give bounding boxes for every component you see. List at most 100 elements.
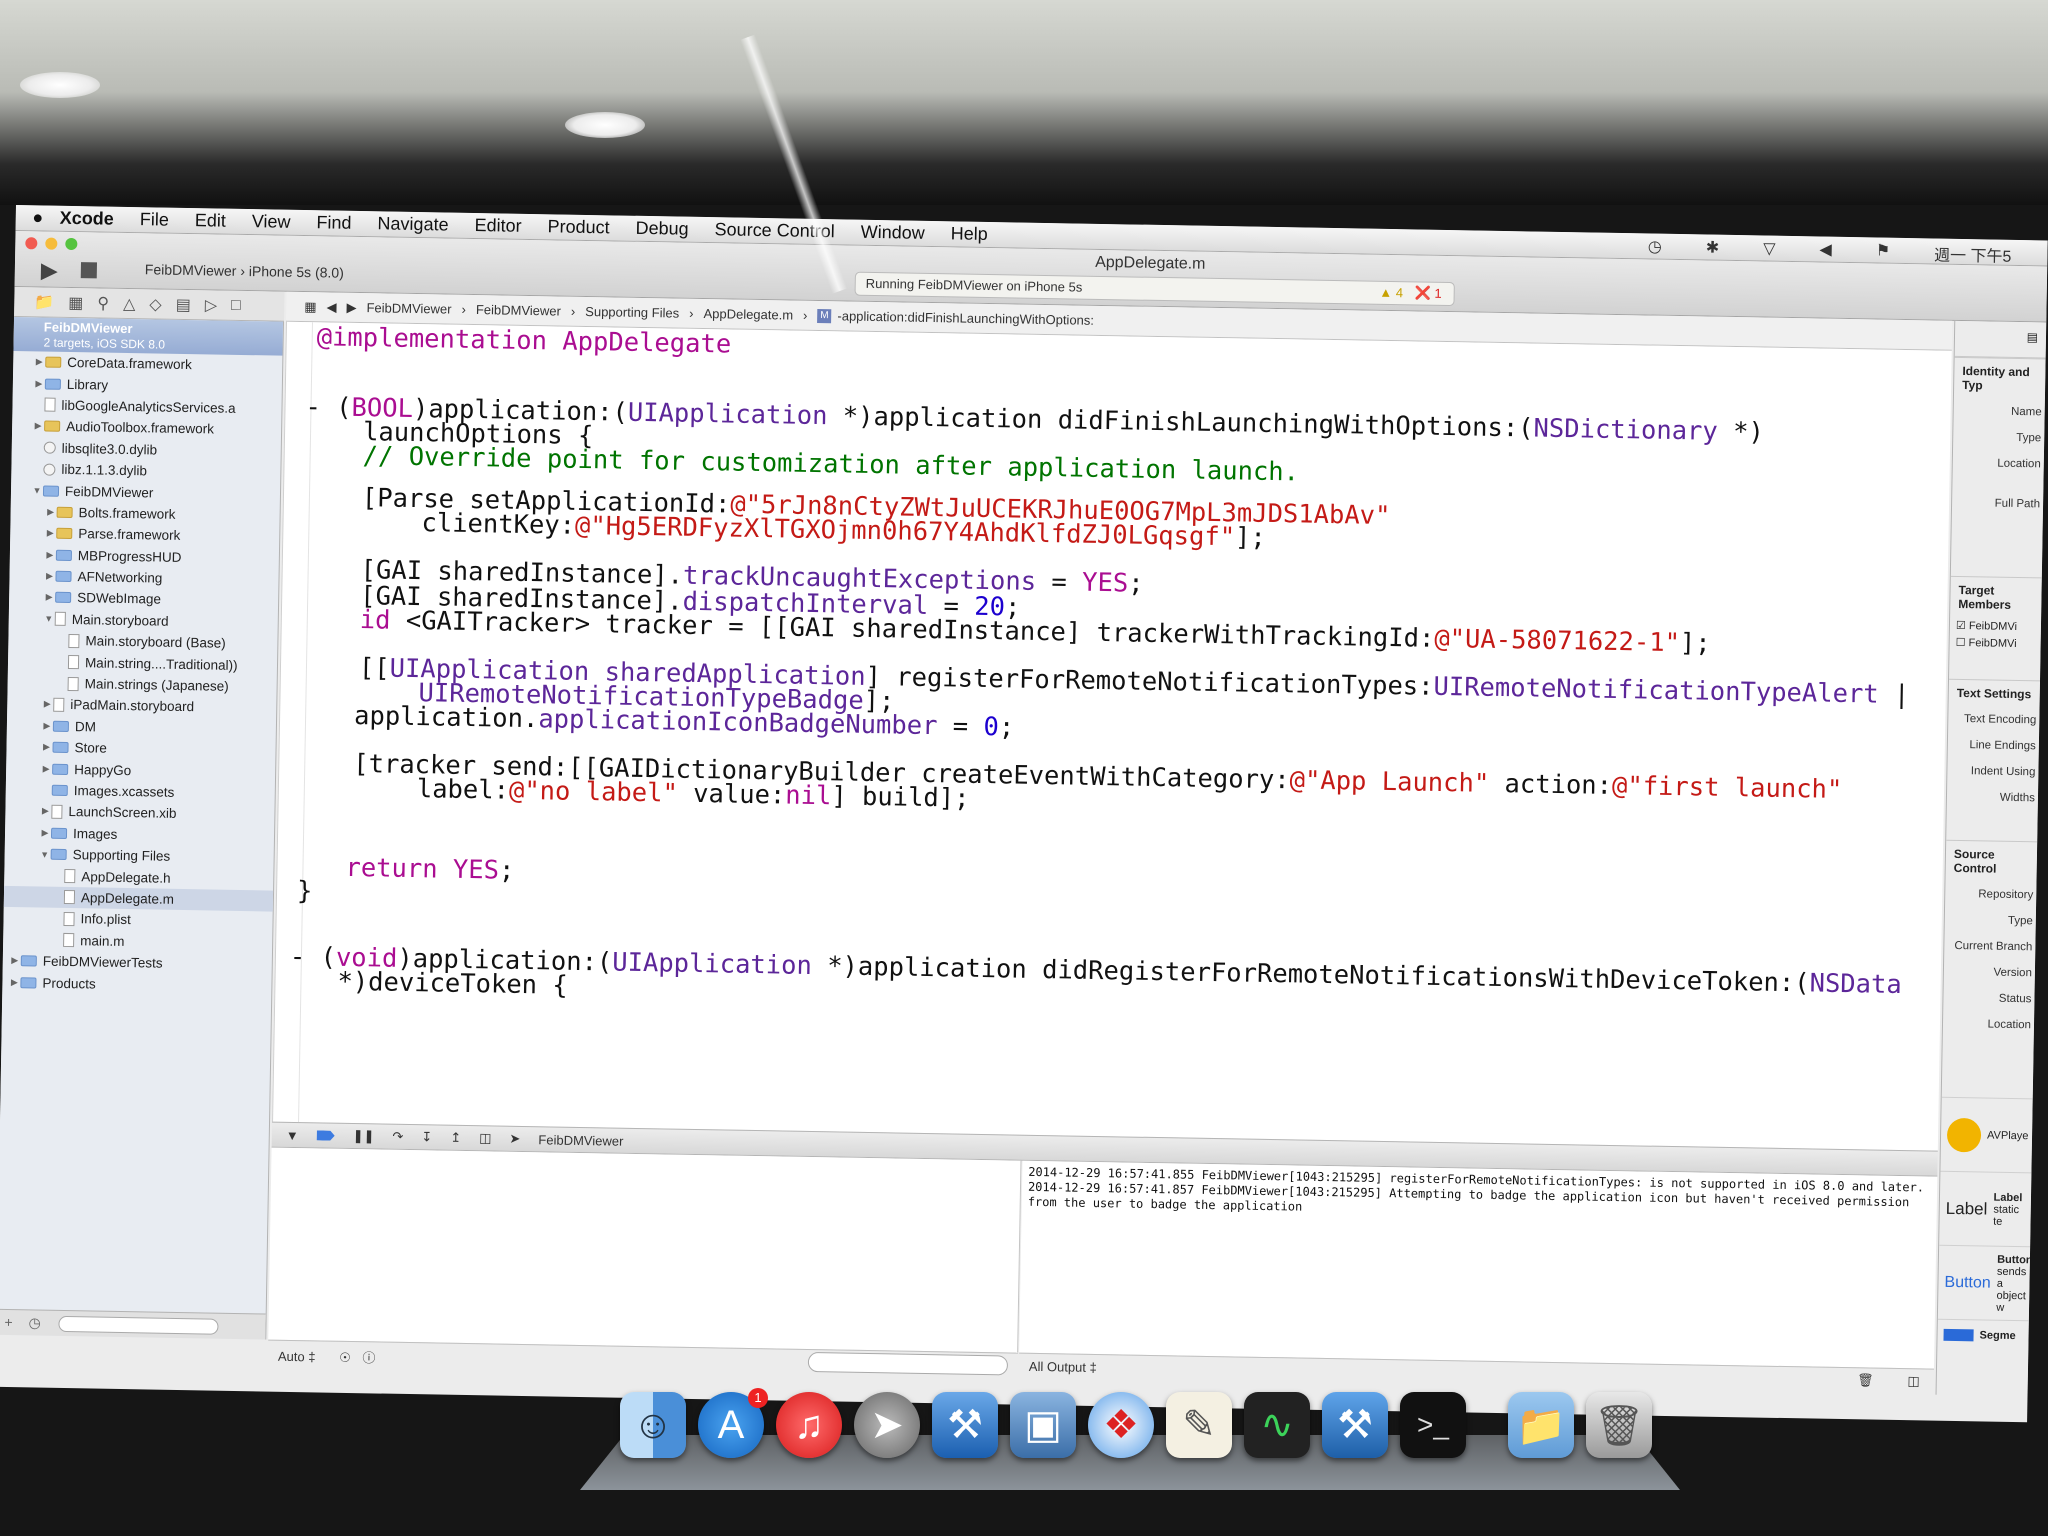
menu-window[interactable]: Window [861,222,925,244]
disclosure-triangle-icon[interactable]: ▶ [39,806,51,817]
activity-monitor-icon[interactable]: ∿ [1244,1392,1310,1458]
library-item-label[interactable]: Label Label static te [1939,1170,2032,1247]
disclosure-triangle-icon[interactable]: ▶ [44,549,56,560]
minimize-button[interactable] [45,237,58,250]
pause-icon[interactable]: ❚❚ [353,1128,375,1144]
step-out-icon[interactable]: ↥ [450,1130,461,1146]
disclosure-triangle-icon[interactable]: ▶ [45,506,57,517]
output-selector[interactable]: All Output ‡ [1029,1359,1097,1375]
crumb-folder[interactable]: Supporting Files [585,304,679,321]
step-into-icon[interactable]: ↧ [421,1129,432,1145]
view-hierarchy-icon[interactable]: ◫ [479,1130,492,1146]
project-root[interactable]: FeibDMViewer 2 targets, iOS SDK 8.0 [13,316,284,356]
variables-view[interactable] [268,1147,1022,1353]
itunes-icon[interactable]: ♫ [776,1392,842,1458]
disclosure-triangle-icon[interactable]: ▼ [39,849,51,859]
library-item-button[interactable]: Button Button sends a object w [1937,1244,2033,1321]
apple-icon[interactable]: ● [16,207,60,229]
forward-button[interactable]: ▶ [346,299,356,315]
menu-navigate[interactable]: Navigate [377,213,448,235]
activity-viewer[interactable]: Running FeibDMViewer on iPhone 5s ▲ 4 ❌ … [854,271,1455,307]
navigator-item[interactable]: ▶ Products [2,971,271,997]
breakpoint-icon[interactable]: ▷ [205,295,218,315]
disclosure-triangle-icon[interactable]: ▶ [41,699,53,710]
disclosure-triangle-icon[interactable]: ▶ [39,827,51,838]
location-icon[interactable]: ➤ [509,1131,520,1147]
stop-button[interactable] [80,262,98,279]
downloads-folder-icon[interactable]: 📁 [1508,1392,1574,1458]
debug-target[interactable]: FeibDMViewer [538,1132,623,1148]
textedit-icon[interactable]: ✎ [1166,1392,1232,1458]
flag-icon[interactable]: ⚑ [1876,240,1891,264]
disclosure-triangle-icon[interactable]: ▶ [40,763,52,774]
volume-icon[interactable]: ◀ [1819,239,1832,263]
warning-icon[interactable]: △ [123,293,136,313]
target-row[interactable]: ☐ FeibDMVi [1950,634,2041,653]
crumb-file[interactable]: AppDelegate.m [703,306,793,323]
xcode-icon[interactable]: ⚒ [932,1392,998,1458]
crumb-method[interactable]: -application:didFinishLaunchingWithOptio… [837,308,1094,327]
menu-product[interactable]: Product [547,216,609,238]
disclosure-triangle-icon[interactable]: ▶ [44,528,56,539]
issue-counts[interactable]: ▲ 4 ❌ 1 [1379,285,1442,302]
disclosure-triangle-icon[interactable]: ▼ [31,485,43,495]
disclosure-triangle-icon[interactable]: ▶ [43,592,55,603]
library-item-avplayer[interactable]: AVPlaye [1940,1096,2033,1173]
menu-file[interactable]: File [140,209,169,231]
scheme-selector[interactable]: FeibDMViewer › iPhone 5s (8.0) [145,261,344,280]
menu-view[interactable]: View [252,211,291,233]
disclosure-triangle-icon[interactable]: ▶ [8,977,20,988]
hide-debug-icon[interactable]: ▼ [286,1127,299,1142]
finder-icon[interactable]: ☺ [620,1392,686,1458]
disclosure-triangle-icon[interactable]: ▶ [33,357,45,368]
menu-editor[interactable]: Editor [474,215,521,237]
disclosure-triangle-icon[interactable]: ▼ [43,614,55,624]
related-items-icon[interactable]: ▦ [304,299,317,315]
add-icon[interactable]: + [4,1314,12,1330]
menu-help[interactable]: Help [951,223,988,245]
disclosure-triangle-icon[interactable]: ▶ [41,720,53,731]
menu-xcode[interactable]: Xcode [60,208,114,230]
disclosure-triangle-icon[interactable]: ▶ [40,742,52,753]
menu-find[interactable]: Find [316,212,351,234]
app-store-icon[interactable]: A1 [698,1388,768,1458]
symbol-icon[interactable]: ▦ [68,292,83,312]
auto-selector[interactable]: Auto ‡ [278,1349,316,1365]
zoom-button[interactable] [65,237,78,251]
preview-icon[interactable]: ▣ [1010,1392,1076,1458]
terminal-icon[interactable]: >_ [1400,1392,1466,1458]
search-icon[interactable]: ⚲ [97,293,109,313]
log-icon[interactable]: □ [231,296,241,314]
filter-field[interactable] [58,1316,219,1336]
folder-icon[interactable]: 📁 [34,292,54,312]
crumb-project[interactable]: FeibDMViewer [366,300,451,316]
menu-edit[interactable]: Edit [195,210,226,232]
disclosure-triangle-icon[interactable]: ▶ [9,955,21,966]
trash-icon[interactable]: 🗑 [1857,1372,1874,1388]
instruments-icon[interactable]: ⚒ [1322,1392,1388,1458]
split-view-icon[interactable]: ◫ [1907,1373,1920,1389]
launchpad-icon[interactable]: ➤ [854,1392,920,1458]
test-icon[interactable]: ◇ [149,294,162,314]
crumb-group[interactable]: FeibDMViewer [476,302,561,318]
recent-icon[interactable]: ◷ [28,1314,40,1330]
disclosure-triangle-icon[interactable]: ▶ [33,378,45,389]
eye-icon[interactable]: ☉ [339,1350,351,1365]
step-over-icon[interactable]: ↷ [392,1129,403,1145]
menu-debug[interactable]: Debug [635,218,688,240]
target-row[interactable]: ☑ FeibDMVi [1950,617,2041,636]
console-output[interactable]: 2014-12-29 16:57:41.855 FeibDMViewer[104… [1019,1160,1938,1369]
wifi-icon[interactable]: ▽ [1763,239,1776,263]
trash-icon[interactable]: 🗑 [1586,1392,1652,1458]
run-button[interactable]: ▶ [41,257,58,283]
info-icon[interactable]: ⓘ [362,1350,375,1365]
menu-clock[interactable]: 週一 下午5 [1934,241,2012,266]
file-inspector-icon[interactable]: ▤ [2027,330,2039,344]
disclosure-triangle-icon[interactable]: ▶ [43,571,55,582]
breakpoints-toggle[interactable] [317,1130,335,1140]
source-editor[interactable]: @implementation AppDelegate - (BOOL)appl… [272,321,1952,1151]
safari-icon[interactable]: ❖ [1088,1392,1154,1458]
disclosure-triangle-icon[interactable]: ▶ [32,421,44,432]
time-machine-icon[interactable]: ◷ [1648,236,1662,260]
library-item-segmented[interactable]: Segme [1937,1318,2029,1351]
